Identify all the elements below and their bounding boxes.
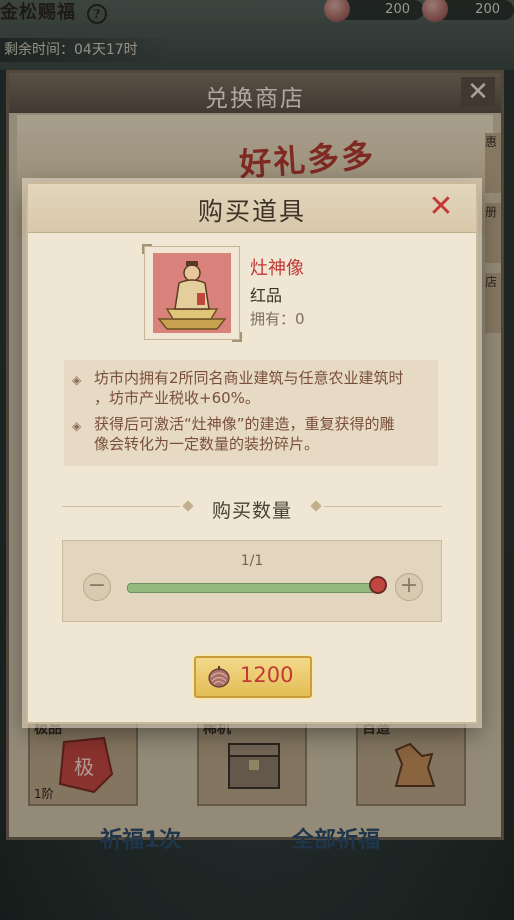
diamond-bullet-icon: ◈ bbox=[72, 419, 82, 433]
pinecone-icon bbox=[208, 666, 230, 688]
quantity-label: 购买数量 bbox=[211, 500, 292, 522]
buy-price: 1200 bbox=[240, 663, 294, 687]
kitchen-god-statue-icon bbox=[153, 253, 231, 333]
quantity-slider[interactable] bbox=[127, 583, 381, 593]
plus-button[interactable]: + bbox=[395, 573, 423, 601]
dialog-title: 购买道具 bbox=[197, 197, 306, 226]
dialog-header: 购买道具 ✕ bbox=[28, 184, 476, 233]
quantity-selector: 1/1 − + bbox=[62, 540, 442, 622]
diamond-bullet-icon: ◈ bbox=[72, 373, 82, 387]
desc-line: 获得后可激活“灶神像”的建造，重复获得的雕 bbox=[94, 415, 395, 433]
quantity-count: 1/1 bbox=[240, 553, 264, 569]
divider bbox=[324, 506, 442, 507]
buy-button[interactable]: 1200 bbox=[194, 656, 312, 698]
slider-thumb[interactable] bbox=[369, 576, 387, 594]
item-name: 灶神像 bbox=[250, 258, 304, 279]
quantity-section-header: 购买数量 bbox=[28, 488, 476, 524]
desc-line: ，坊市产业税收+60%。 bbox=[94, 389, 260, 407]
desc-line: 坊市内拥有2所同名商业建筑与任意农业建筑时 bbox=[94, 369, 404, 387]
close-icon[interactable]: ✕ bbox=[426, 192, 456, 222]
minus-button[interactable]: − bbox=[83, 573, 111, 601]
item-description: ◈ 坊市内拥有2所同名商业建筑与任意农业建筑时 ，坊市产业税收+60%。 ◈ 获… bbox=[64, 360, 438, 466]
slider-fill bbox=[128, 584, 380, 592]
item-grade: 红品 bbox=[250, 286, 283, 305]
item-owned: 拥有：0 bbox=[250, 310, 305, 328]
item-frame bbox=[142, 244, 242, 342]
purchase-dialog: 购买道具 ✕ 灶神像 红品 拥有：0 ◈ 坊市内拥有2所同名商业建筑与任意农业建… bbox=[26, 182, 478, 724]
desc-line: 像会转化为一定数量的装扮碎片。 bbox=[94, 435, 320, 453]
